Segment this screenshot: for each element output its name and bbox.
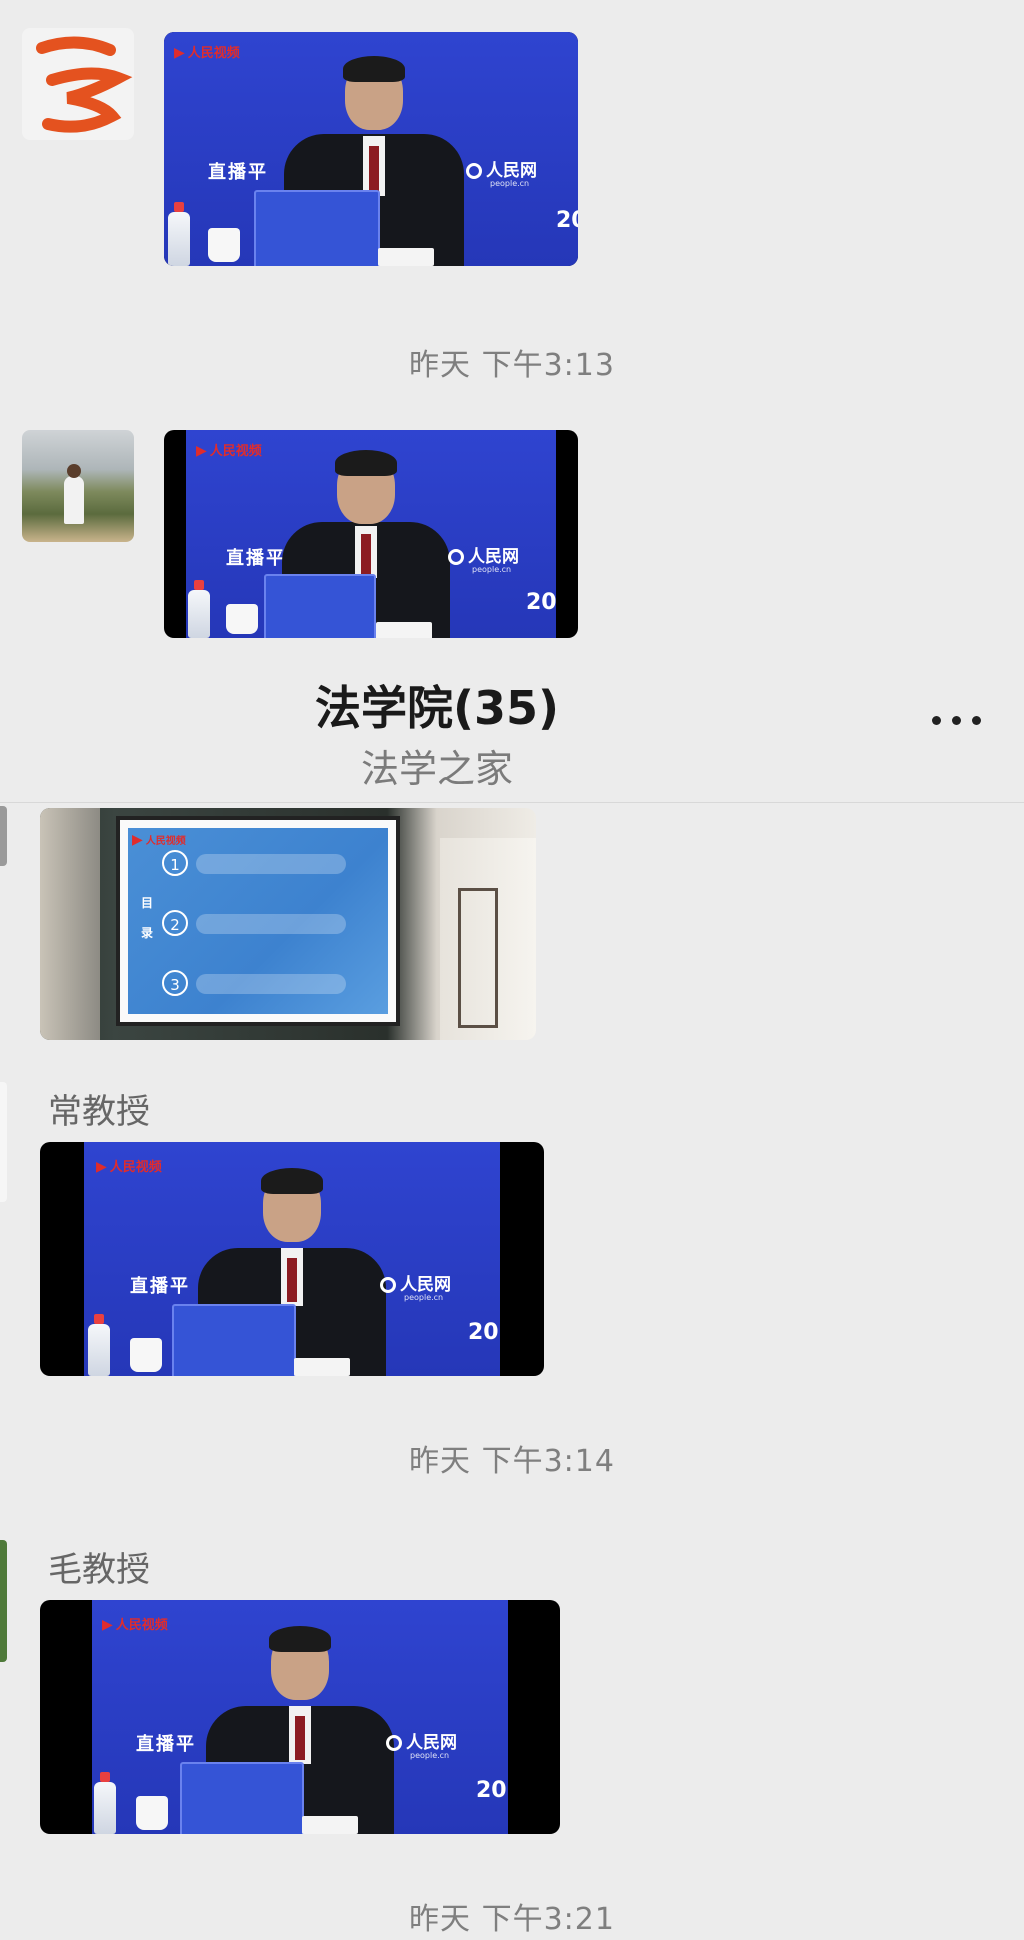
nameplate [302,1816,358,1834]
sender-name: 常教授 [48,1092,150,1132]
avatar-edge [0,1540,7,1662]
podium [264,574,376,638]
message-timestamp: 昨天 下午3:13 [409,348,615,383]
year-caption: 20 [468,1320,499,1345]
more-options-button[interactable] [928,702,988,738]
sender-avatar[interactable] [22,430,134,542]
avatar-edge [0,806,7,866]
video-brand-logo: 人民视频 [174,42,240,61]
video-message[interactable]: 人民视频 直播平 人民网 people.cn 20 [40,1600,560,1834]
live-caption: 直播平 [136,1734,196,1755]
live-caption: 直播平 [208,162,268,183]
podium [172,1304,296,1376]
tea-cup [130,1338,162,1372]
message-timestamp: 昨天 下午3:14 [409,1444,615,1479]
group-title[interactable]: 法学院(35) [0,672,874,738]
nameplate [378,248,434,266]
site-logo: 人民网 people.cn [466,156,537,188]
year-caption: 20 [556,208,578,233]
sender-avatar[interactable] [22,28,134,140]
water-bottle [88,1314,110,1376]
projector-screen: 人民视频 目录 1 2 3 [116,816,400,1026]
year-caption: 20 [526,590,557,615]
group-subtitle: 法学之家 [360,747,513,791]
sender-name: 毛教授 [48,1550,150,1590]
podium [254,190,380,266]
water-bottle [168,202,190,266]
nameplate [294,1358,350,1376]
slide-brand-logo: 人民视频 [132,832,186,848]
video-brand-logo: 人民视频 [96,1156,162,1175]
video-brand-logo: 人民视频 [196,440,262,459]
image-message[interactable]: 人民视频 目录 1 2 3 [40,808,536,1040]
video-message[interactable]: 人民视频 直播平 人民网 people.cn 20 [164,32,578,266]
avatar-edge [0,1082,7,1202]
site-logo: 人民网 people.cn [380,1270,451,1302]
live-caption: 直播平 [226,548,286,569]
orange-glyph-icon [36,36,133,133]
water-bottle [94,1772,116,1834]
message-timestamp: 昨天 下午3:21 [409,1902,615,1937]
site-logo: 人民网 people.cn [386,1728,457,1760]
water-bottle [188,580,210,638]
slide-toc-title: 目录 [140,896,153,940]
video-message[interactable]: 人民视频 直播平 人民网 people.cn 20 [40,1142,544,1376]
podium [180,1762,304,1834]
tea-cup [136,1796,168,1830]
tea-cup [226,604,258,634]
nameplate [376,622,432,638]
person-in-photo [64,476,84,524]
site-logo: 人民网 people.cn [448,542,519,574]
year-caption: 20 [476,1778,507,1803]
tea-cup [208,228,240,262]
video-brand-logo: 人民视频 [102,1614,168,1633]
live-caption: 直播平 [130,1276,190,1297]
video-message[interactable]: 人民视频 直播平 人民网 people.cn 20 [164,430,578,638]
group-chat-header: 法学院(35) 法学之家 [0,640,1024,803]
